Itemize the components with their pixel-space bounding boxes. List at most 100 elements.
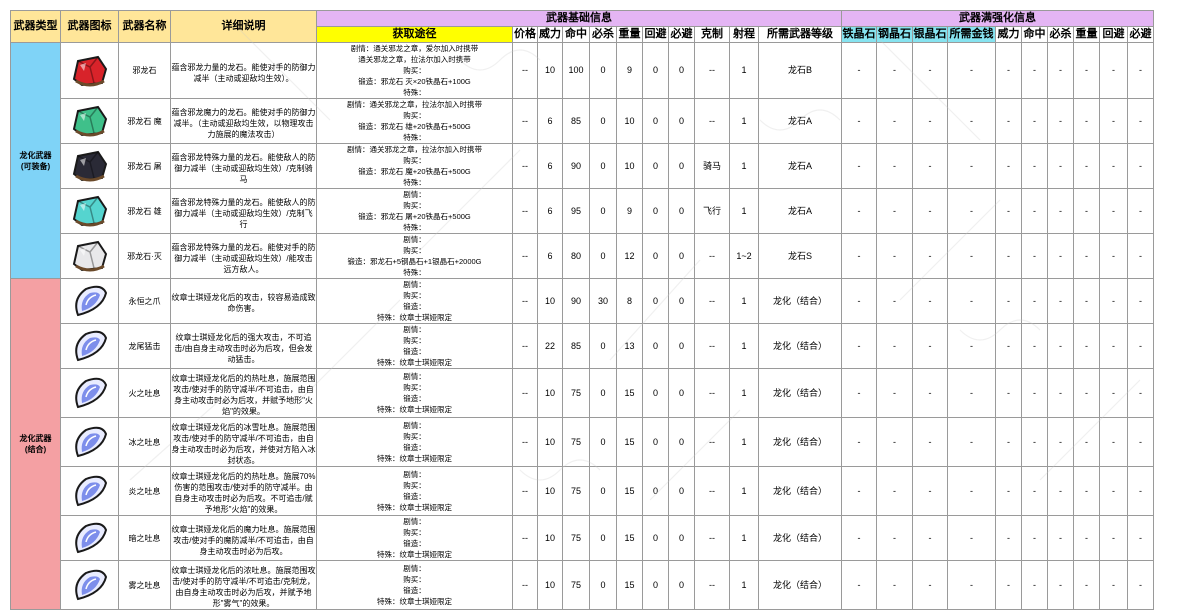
route-line: 特殊：纹章士琪娅限定 bbox=[318, 404, 512, 415]
description-text: 纹章士琪娅龙化后的灼热吐息，施展范围攻击/使对手的防守减半/不可追击，由自身主动… bbox=[171, 374, 316, 416]
enhance-stat-cell: - bbox=[1047, 42, 1074, 99]
enhance-stat-cell: - bbox=[1047, 143, 1074, 189]
enhance-stat-cell: - bbox=[912, 368, 948, 418]
basic-stat-cell: 9 bbox=[616, 42, 643, 99]
enhance-stat-cell: - bbox=[947, 98, 996, 144]
basic-stat-cell: 10 bbox=[537, 368, 563, 418]
header-enhance-col: 钢晶石 bbox=[876, 26, 913, 43]
enhance-stat-cell: - bbox=[947, 323, 996, 369]
basic-stat-cell: 1 bbox=[729, 368, 759, 418]
enhance-stat-cell: - bbox=[876, 143, 913, 189]
enhance-stat-cell: - bbox=[841, 233, 877, 279]
route-label: 锻造： bbox=[358, 167, 381, 176]
enhance-stat-cell: - bbox=[1021, 143, 1048, 189]
basic-stat-cell: 0 bbox=[668, 42, 695, 99]
weapon-name: 邪龙石 雄 bbox=[118, 188, 171, 234]
enhance-stat-cell: - bbox=[876, 560, 913, 610]
enhance-stat-cell: - bbox=[1073, 188, 1100, 234]
basic-stat-cell: 0 bbox=[589, 515, 617, 561]
route-label: 特殊： bbox=[403, 133, 426, 142]
basic-stat-cell: 8 bbox=[616, 278, 643, 324]
route-line: 特殊： bbox=[318, 267, 512, 278]
enhance-stat-cell: - bbox=[1099, 417, 1128, 467]
basic-stat-cell: 0 bbox=[642, 323, 669, 369]
enhance-stat-cell: - bbox=[995, 278, 1022, 324]
route-label: 特殊： bbox=[403, 178, 426, 187]
weapon-description: 纹章士琪娅龙化后的灼热吐息。施展70%伤害的范围攻击/使对手的防守减半。由自身主… bbox=[170, 466, 317, 516]
enhance-stat-cell: - bbox=[1127, 368, 1154, 418]
table-row: 邪龙石 雄蕴含邪龙特殊力量的龙石。能使敌人的防御力减半（主动或迎敌均生效）/克制… bbox=[11, 188, 1154, 234]
enhance-stat-cell: - bbox=[1127, 188, 1154, 234]
header-basic-col: 所需武器等级 bbox=[758, 26, 842, 43]
enhance-stat-cell: - bbox=[841, 323, 877, 369]
enhance-stat-cell: - bbox=[1099, 278, 1128, 324]
green-dragonstone-icon bbox=[60, 98, 119, 144]
weapon-name: 永恒之爪 bbox=[118, 278, 171, 324]
route-value: 邪龙石 雄+20铁晶石+500G bbox=[380, 122, 471, 131]
route-label: 锻造： bbox=[403, 539, 426, 548]
enhance-stat-cell: - bbox=[1073, 98, 1100, 144]
enhance-stat-cell: - bbox=[1021, 466, 1048, 516]
route-label: 剧情： bbox=[347, 145, 370, 154]
basic-stat-cell: 10 bbox=[616, 143, 643, 189]
header-enhance-group: 武器满强化信息 bbox=[841, 10, 1154, 27]
basic-stat-cell: 15 bbox=[616, 560, 643, 610]
acquisition-route: 剧情： 购买： 锻造： 特殊：纹章士琪娅限定 bbox=[316, 368, 513, 418]
route-line: 剧情： bbox=[318, 325, 512, 336]
enhance-stat-cell: - bbox=[912, 98, 948, 144]
basic-stat-cell: 6 bbox=[537, 98, 563, 144]
header-type: 武器类型 bbox=[10, 10, 61, 43]
header-basic-col: 重量 bbox=[616, 26, 643, 43]
header-basic-col: 价格 bbox=[512, 26, 538, 43]
basic-stat-cell: 10 bbox=[537, 466, 563, 516]
acquisition-route: 剧情：通关邪龙之章，拉法尔加入时携带 购买： 锻造：邪龙石 雄+20铁晶石+500G… bbox=[316, 98, 513, 144]
enhance-stat-cell: - bbox=[1021, 368, 1048, 418]
basic-stat-cell: 75 bbox=[562, 515, 590, 561]
category-label: 龙化武器 (可装备) bbox=[10, 42, 61, 279]
basic-stat-cell: 80 bbox=[562, 233, 590, 279]
basic-stat-cell: 0 bbox=[642, 98, 669, 144]
acquisition-route: 剧情： 购买： 锻造： 特殊：纹章士琪娅限定 bbox=[316, 466, 513, 516]
route-line: 购买： bbox=[318, 290, 512, 301]
enhance-stat-cell: - bbox=[1021, 560, 1048, 610]
basic-stat-cell: 0 bbox=[668, 560, 695, 610]
basic-stat-cell: 15 bbox=[616, 466, 643, 516]
basic-stat-cell: 龙石A bbox=[758, 188, 842, 234]
description-text: 纹章士琪娅龙化后的攻击，较容易造成致命伤害。 bbox=[171, 293, 316, 313]
weapon-name: 邪龙石 bbox=[118, 42, 171, 99]
enhance-stat-cell: - bbox=[1073, 417, 1100, 467]
route-line: 锻造： bbox=[318, 442, 512, 453]
dragon-scale-icon bbox=[60, 278, 119, 324]
dragon-scale-icon bbox=[60, 560, 119, 610]
acquisition-route: 剧情： 购买： 锻造： 特殊：纹章士琪娅限定 bbox=[316, 515, 513, 561]
basic-stat-cell: 0 bbox=[668, 323, 695, 369]
route-label: 锻造： bbox=[358, 77, 381, 86]
basic-stat-cell: -- bbox=[512, 143, 538, 189]
description-text: 蕴含邪龙魔力的龙石。能使对手的防御力减半。（主动或迎敌均生效，以物理攻击力施展的… bbox=[171, 107, 316, 139]
basic-stat-cell: -- bbox=[694, 323, 730, 369]
weapon-name: 龙尾猛击 bbox=[118, 323, 171, 369]
route-label: 特殊： bbox=[377, 503, 400, 512]
basic-stat-cell: 0 bbox=[589, 417, 617, 467]
acquisition-route: 剧情： 购买： 锻造： 特殊：纹章士琪娅限定 bbox=[316, 278, 513, 324]
basic-stat-cell: 0 bbox=[668, 278, 695, 324]
route-label: 特殊： bbox=[377, 454, 400, 463]
route-label: 锻造： bbox=[358, 122, 381, 131]
route-line: 锻造： bbox=[318, 585, 512, 596]
route-label: 特殊： bbox=[377, 597, 400, 606]
basic-stat-cell: -- bbox=[694, 278, 730, 324]
enhance-stat-cell: - bbox=[1021, 233, 1048, 279]
route-label: 锻造： bbox=[347, 257, 371, 266]
route-line: 购买： bbox=[318, 245, 512, 256]
route-label: 锻造： bbox=[403, 347, 426, 356]
basic-stat-cell: 0 bbox=[589, 323, 617, 369]
enhance-stat-cell: - bbox=[876, 278, 913, 324]
basic-stat-cell: 龙石B bbox=[758, 42, 842, 99]
enhance-stat-cell: - bbox=[841, 278, 877, 324]
weapon-name: 冰之吐息 bbox=[118, 417, 171, 467]
route-line: 锻造：邪龙石+5钢晶石+1银晶石+2000G bbox=[318, 256, 512, 267]
basic-stat-cell: 0 bbox=[642, 515, 669, 561]
basic-stat-cell: 龙化（结合） bbox=[758, 417, 842, 467]
basic-stat-cell: 0 bbox=[642, 188, 669, 234]
enhance-stat-cell: - bbox=[1021, 323, 1048, 369]
